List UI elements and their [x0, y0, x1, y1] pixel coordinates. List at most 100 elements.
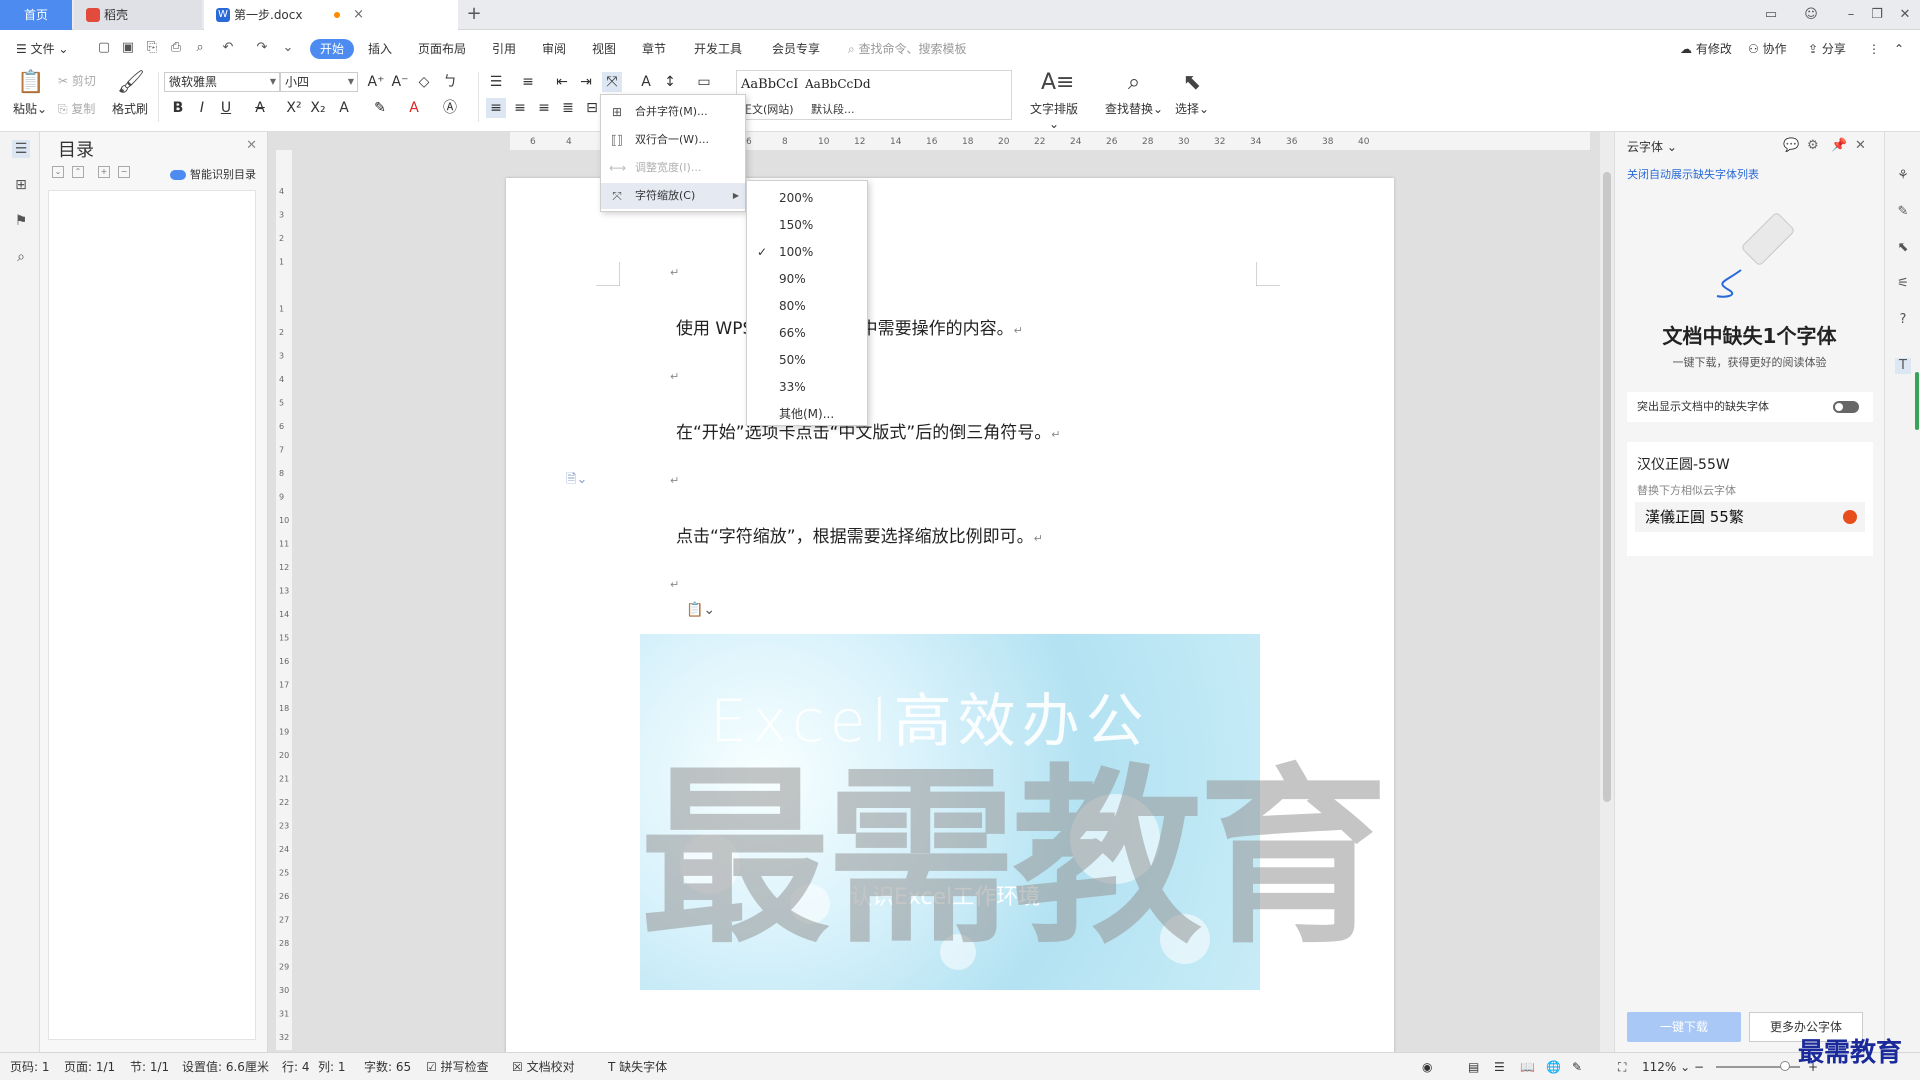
tab-view[interactable]: 视图 — [592, 39, 616, 59]
shrink-font-icon[interactable]: A⁻ — [390, 72, 410, 92]
close-auto-list-link[interactable]: 关闭自动展示缺失字体列表 — [1627, 166, 1759, 182]
justify-icon[interactable]: ≣ — [558, 98, 578, 118]
increase-indent-icon[interactable]: ⇥ — [576, 72, 596, 92]
text-layout-button[interactable]: A≡ 文字排版⌄ — [1026, 70, 1082, 131]
line-spacing-icon[interactable]: ↕ — [660, 72, 680, 92]
fit-page-icon[interactable]: ⛶ — [1618, 1053, 1626, 1080]
char-scale-item[interactable]: ⤧ 字符缩放(C) ▶ — [601, 183, 745, 209]
missing-font-button[interactable]: T 缺失字体 — [608, 1053, 667, 1080]
merge-chars-item[interactable]: ⊞ 合并字符(M)... — [601, 99, 745, 125]
font-color-icon[interactable]: A — [404, 98, 424, 118]
font-name-select[interactable]: 微软雅黑 ▼ — [164, 72, 280, 92]
distribute-icon[interactable]: ⊟ — [582, 98, 602, 118]
font-substitute[interactable]: 漢儀正圓 55繁 — [1635, 502, 1865, 532]
tab-member[interactable]: 会员专享 — [772, 39, 820, 59]
collapse-ribbon-icon[interactable]: ⌃ — [1894, 39, 1904, 59]
undo-icon[interactable]: ↶ — [220, 40, 236, 56]
redo-icon[interactable]: ↷ — [254, 40, 270, 56]
strikethrough-icon[interactable]: A — [250, 98, 270, 118]
layout-icon[interactable]: ▭ — [1756, 0, 1786, 30]
page-view-icon[interactable]: ▤ — [1468, 1053, 1479, 1080]
export-icon[interactable]: ⎘ — [144, 40, 160, 56]
command-search[interactable]: ⌕ 查找命令、搜索模板 — [848, 39, 967, 59]
tab-start[interactable]: 开始 — [310, 39, 355, 59]
customize-icon[interactable]: ⌄ — [280, 40, 296, 56]
scale-option[interactable]: 90% — [747, 266, 867, 293]
print-icon[interactable]: ⎙ — [168, 40, 184, 56]
scale-other-option[interactable]: 其他(M)... — [747, 401, 867, 428]
paragraph-3[interactable]: 点击“字符缩放”，根据需要选择缩放比例即可。↵ — [676, 522, 1043, 547]
paste-button[interactable]: 📋 粘贴⌄ — [12, 70, 48, 117]
subscript-icon[interactable]: X₂ — [308, 98, 328, 118]
close-icon[interactable]: ✕ — [1855, 138, 1866, 153]
remove-icon[interactable]: − — [118, 166, 130, 178]
format-painter-button[interactable]: 🖌 格式刷 — [110, 70, 150, 117]
status-words[interactable]: 字数: 65 — [364, 1053, 411, 1080]
close-icon[interactable]: ✕ — [246, 138, 257, 153]
text-direction-icon[interactable]: A — [636, 72, 656, 92]
scroll-thumb[interactable] — [1603, 172, 1611, 802]
scale-option[interactable]: 200% — [747, 185, 867, 212]
scale-option[interactable]: ✓ 100% — [747, 239, 867, 266]
tab-section[interactable]: 章节 — [642, 39, 666, 59]
new-tab-button[interactable]: + — [462, 0, 486, 30]
cut-button[interactable]: ✂ 剪切 — [58, 72, 96, 89]
has-changes-button[interactable]: ☁ 有修改 — [1680, 39, 1732, 59]
styles-gallery[interactable]: AaBbCcI 正文(网站) AaBbCcDd 默认段... — [736, 70, 1012, 120]
select-icon[interactable]: ⬉ — [1895, 240, 1911, 256]
eye-protect-icon[interactable]: ◉ — [1422, 1053, 1432, 1080]
collapse-icon[interactable]: ⌄ — [52, 166, 64, 178]
panel-title[interactable]: 云字体 ⌄ — [1627, 138, 1677, 155]
smart-toc-button[interactable]: 智能识别目录 — [170, 166, 256, 182]
grow-font-icon[interactable]: A⁺ — [366, 72, 386, 92]
pen-icon[interactable]: ✎ — [1572, 1053, 1582, 1080]
tab-daoke[interactable]: 稻壳 — [74, 0, 202, 30]
edit-icon[interactable]: ✎ — [1895, 204, 1911, 220]
file-menu[interactable]: ☰ 文件 ⌄ — [16, 39, 68, 59]
doc-helper-icon[interactable]: 🗎⌄ — [566, 470, 587, 492]
zoom-slider-thumb[interactable] — [1780, 1061, 1790, 1071]
tab-review[interactable]: 审阅 — [542, 39, 566, 59]
scale-option[interactable]: 80% — [747, 293, 867, 320]
align-center-icon[interactable]: ≡ — [510, 98, 530, 118]
pinyin-icon[interactable]: ㄅ — [440, 72, 460, 92]
save-icon[interactable]: ▣ — [120, 40, 136, 56]
text-effect-icon[interactable]: A — [334, 98, 354, 118]
proof-button[interactable]: ☒ 文档校对 — [512, 1053, 575, 1080]
style-icon[interactable]: ⚘ — [1895, 168, 1911, 184]
highlight-missing-toggle[interactable] — [1833, 401, 1859, 413]
zoom-out-icon[interactable]: − — [1694, 1053, 1704, 1080]
share-button[interactable]: ⇪ 分享 — [1808, 39, 1846, 59]
toc-icon[interactable]: ☰ — [12, 140, 30, 158]
chinese-layout-icon[interactable]: ⤧ — [602, 72, 622, 92]
tab-home[interactable]: 首页 — [0, 0, 72, 30]
print-preview-icon[interactable]: ⌕ — [192, 40, 208, 56]
avatar[interactable]: ☺ — [1796, 0, 1826, 30]
style-normal-web[interactable]: AaBbCcI — [741, 77, 798, 92]
copy-button[interactable]: ⎘ 复制 — [58, 100, 95, 117]
numbering-icon[interactable]: ≡ — [518, 72, 538, 92]
tab-devtools[interactable]: 开发工具 — [694, 39, 742, 59]
clear-format-icon[interactable]: ◇ — [414, 72, 434, 92]
new-doc-icon[interactable]: ▢ — [96, 40, 112, 56]
select-button[interactable]: ⬉ 选择⌄ — [1172, 70, 1212, 117]
close-window-icon[interactable]: ✕ — [1890, 0, 1920, 30]
align-left-icon[interactable]: ≡ — [486, 98, 506, 118]
search-icon[interactable]: ⌕ — [12, 248, 30, 266]
collab-button[interactable]: ⚇ 协作 — [1748, 39, 1787, 59]
zoom-select[interactable]: 112% ⌄ — [1642, 1053, 1690, 1080]
highlight-icon[interactable]: ✎ — [370, 98, 390, 118]
bold-icon[interactable]: B — [168, 98, 188, 118]
spell-check-button[interactable]: ☑ 拼写检查 — [426, 1053, 489, 1080]
font-size-select[interactable]: 小四 ▼ — [280, 72, 358, 92]
restore-icon[interactable]: ❐ — [1862, 0, 1892, 30]
underline-icon[interactable]: U — [216, 98, 236, 118]
expand-icon[interactable]: ⌃ — [72, 166, 84, 178]
read-view-icon[interactable]: 📖 — [1520, 1053, 1535, 1080]
more-icon[interactable]: ⋮ — [1868, 39, 1880, 59]
tab-document[interactable]: W 第一步.docx × — [204, 0, 458, 30]
bookmark-icon[interactable]: ⚑ — [12, 212, 30, 230]
web-view-icon[interactable]: 🌐 — [1546, 1053, 1561, 1080]
nav-pane-icon[interactable]: ⊞ — [12, 176, 30, 194]
tab-page-layout[interactable]: 页面布局 — [418, 39, 466, 59]
